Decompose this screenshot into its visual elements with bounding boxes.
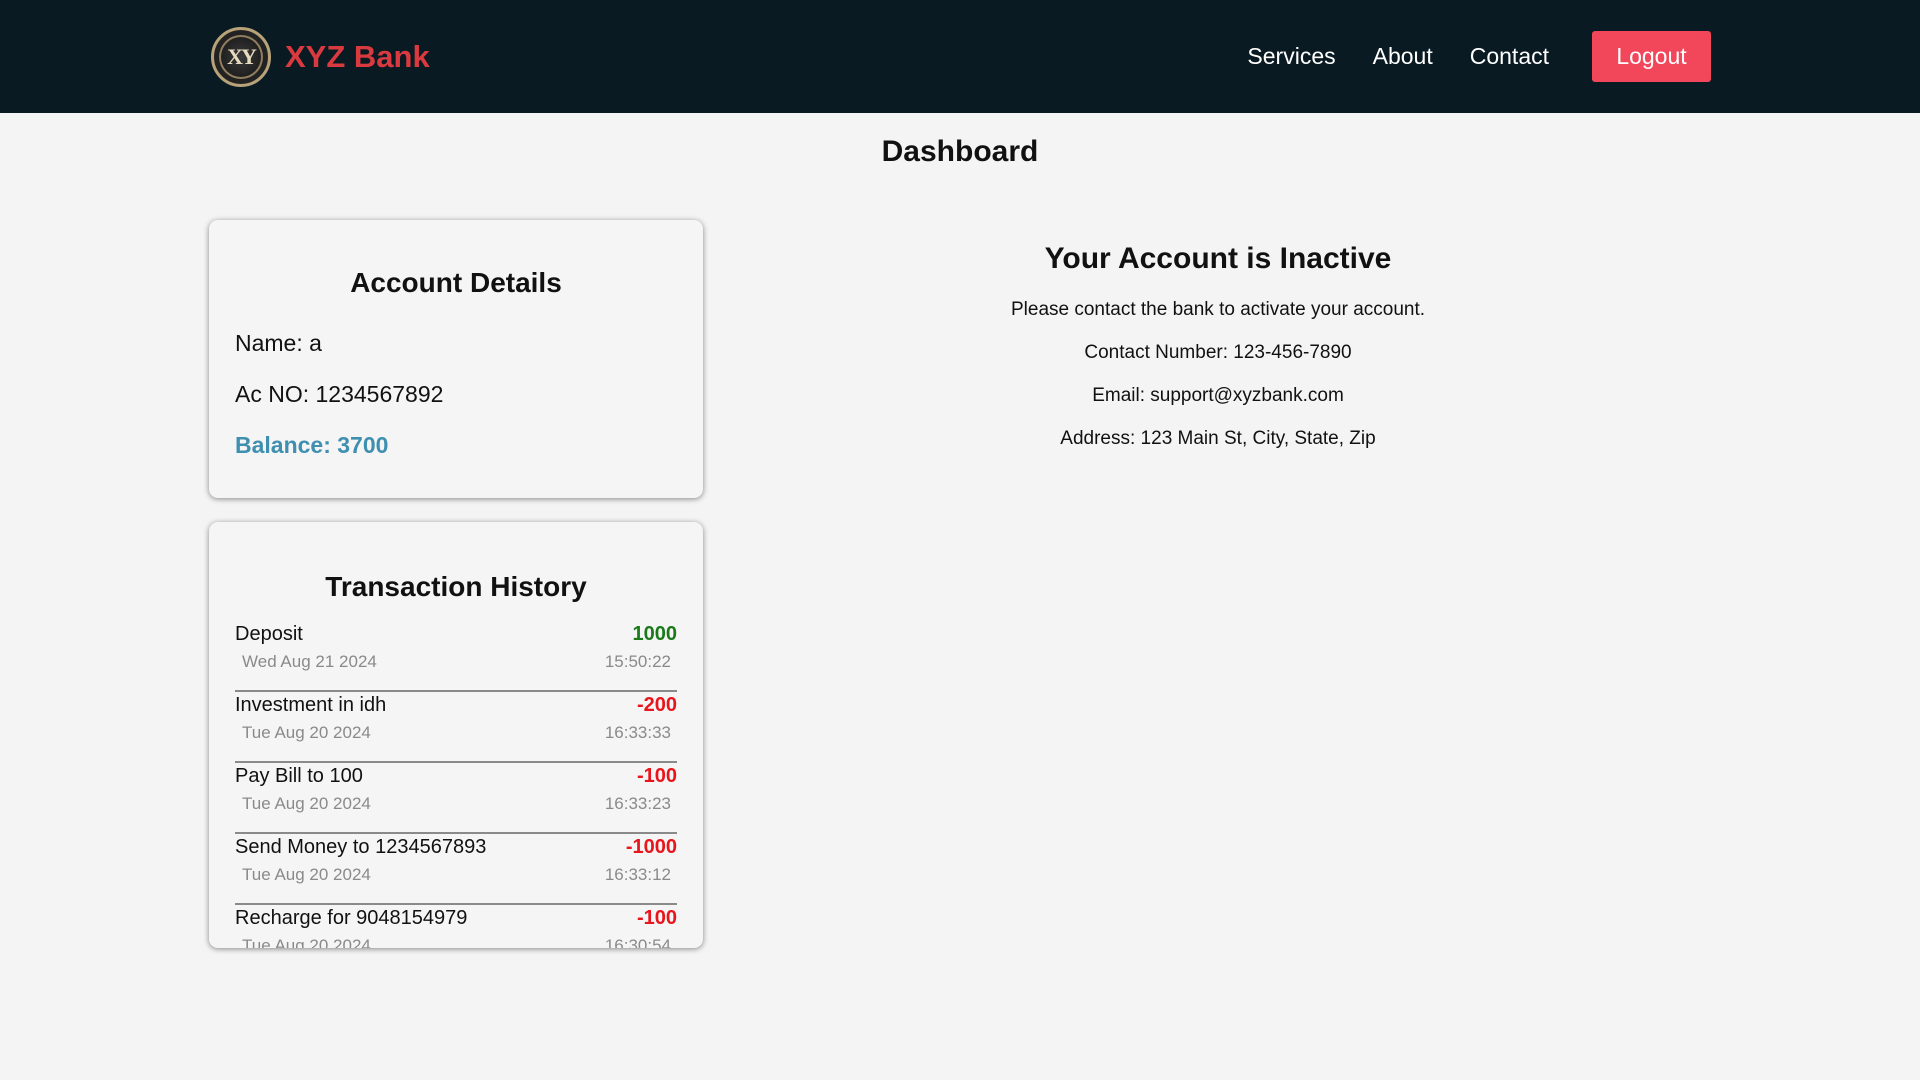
transaction-date: Tue Aug 20 2024	[242, 794, 371, 813]
transaction-description: Pay Bill to 100	[235, 765, 363, 787]
transaction-item: Send Money to 1234567893 -1000 Tue Aug 2…	[235, 834, 677, 905]
contact-number: Contact Number: 123-456-7890	[1084, 342, 1352, 363]
transaction-item: Investment in idh -200 Tue Aug 20 2024 1…	[235, 692, 677, 763]
transaction-amount: -1000	[625, 836, 677, 858]
contact-address: Address: 123 Main St, City, State, Zip	[1060, 428, 1376, 449]
account-name: Name: a	[235, 330, 322, 356]
transaction-date: Wed Aug 21 2024	[242, 652, 377, 671]
account-balance: Balance: 3700	[235, 432, 389, 458]
transaction-item: Recharge for 9048154979 -100 Tue Aug 20 …	[235, 905, 677, 948]
transaction-description: Recharge for 9048154979	[235, 907, 468, 929]
logout-button[interactable]: Logout	[1592, 31, 1711, 82]
transaction-item: Deposit 1000 Wed Aug 21 2024 15:50:22	[235, 621, 677, 692]
brand-name: XYZ Bank	[285, 39, 430, 74]
transaction-time: 16:33:12	[604, 865, 671, 884]
nav-link-services[interactable]: Services	[1247, 43, 1335, 70]
inactive-notice-message: Please contact the bank to activate your…	[1010, 299, 1426, 320]
account-details-title: Account Details	[350, 267, 562, 298]
transaction-description: Send Money to 1234567893	[235, 836, 487, 858]
brand[interactable]: XY XYZ Bank	[211, 27, 430, 87]
nav-link-about[interactable]: About	[1373, 43, 1433, 70]
top-navbar: XY XYZ Bank Services About Contact Logou…	[0, 0, 1920, 113]
transaction-date: Tue Aug 20 2024	[242, 936, 371, 948]
transaction-history-card[interactable]: Transaction History Deposit 1000 Wed Aug…	[209, 522, 703, 948]
transaction-description: Deposit	[235, 623, 303, 645]
page-title: Dashboard	[881, 135, 1039, 168]
transaction-history-title: Transaction History	[325, 571, 587, 602]
transaction-amount: -100	[636, 907, 677, 929]
transaction-time: 16:33:33	[604, 723, 671, 742]
transaction-amount: -200	[636, 694, 677, 716]
transaction-amount: -100	[636, 765, 677, 787]
bank-logo-icon: XY	[211, 27, 271, 87]
transaction-time: 15:50:22	[604, 652, 671, 671]
main-nav: Services About Contact Logout	[1247, 31, 1711, 82]
transaction-date: Tue Aug 20 2024	[242, 723, 371, 742]
transaction-time: 16:30:54	[604, 936, 671, 948]
transaction-date: Tue Aug 20 2024	[242, 865, 371, 884]
transaction-time: 16:33:23	[604, 794, 671, 813]
nav-link-contact[interactable]: Contact	[1470, 43, 1549, 70]
transaction-item: Pay Bill to 100 -100 Tue Aug 20 2024 16:…	[235, 763, 677, 834]
contact-email: Email: support@xyzbank.com	[1092, 385, 1344, 406]
inactive-notice-title: Your Account is Inactive	[1044, 242, 1392, 275]
account-number: Ac NO: 1234567892	[235, 381, 444, 407]
transaction-amount: 1000	[632, 623, 678, 645]
inactive-account-notice: Your Account is Inactive Please contact …	[868, 242, 1568, 460]
transaction-list: Deposit 1000 Wed Aug 21 2024 15:50:22 In…	[235, 621, 677, 948]
transaction-description: Investment in idh	[235, 694, 387, 716]
account-details-card: Account Details Name: a Ac NO: 123456789…	[209, 220, 703, 498]
